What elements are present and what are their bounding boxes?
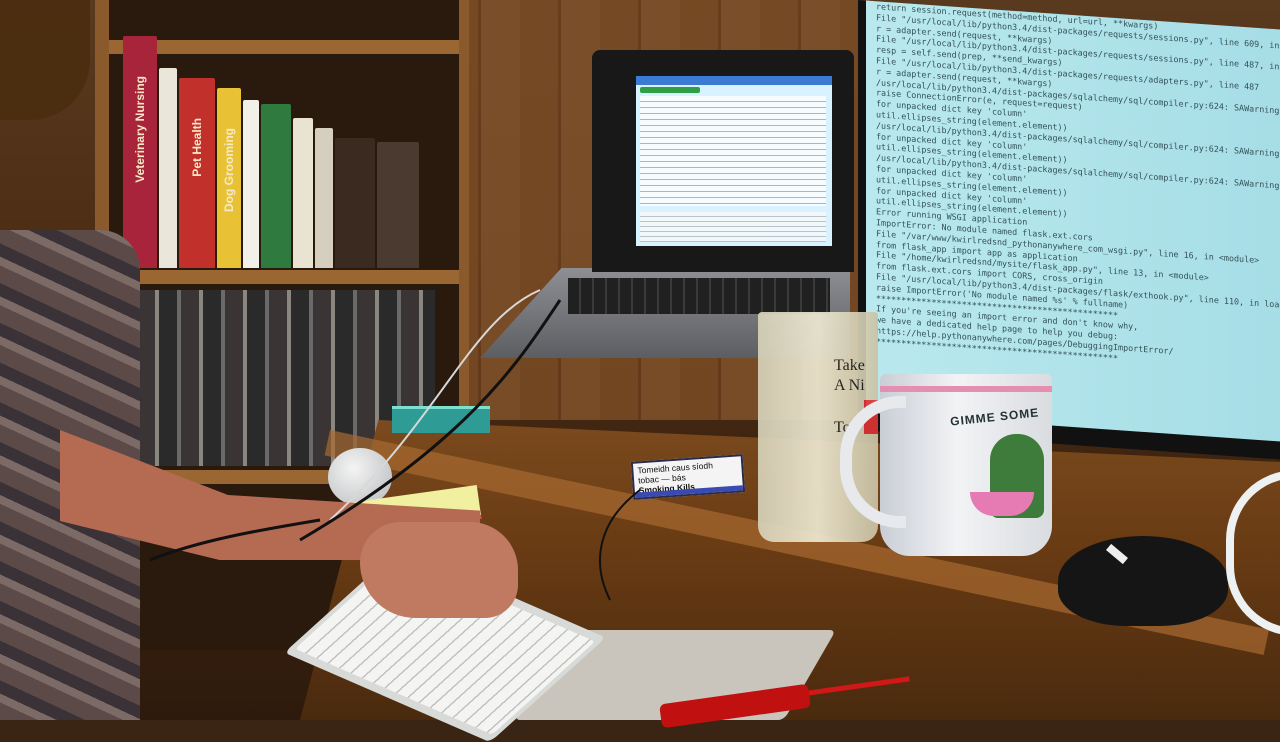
desk-cable — [599, 489, 641, 601]
black-cable — [299, 299, 562, 542]
white-cable — [329, 289, 541, 521]
cables — [149, 289, 641, 601]
wrist-cable — [149, 518, 321, 562]
